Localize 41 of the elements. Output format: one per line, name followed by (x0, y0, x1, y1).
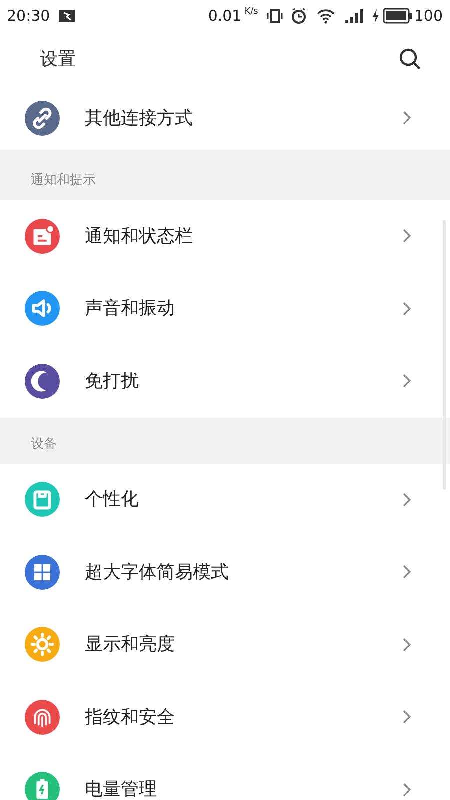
wifi-icon (316, 8, 336, 24)
item-label: 通知和状态栏 (85, 224, 194, 249)
charging-icon (372, 9, 380, 23)
chevron-right-icon (402, 492, 412, 508)
picture-notification-icon (58, 8, 76, 24)
item-label: 指纹和安全 (85, 706, 176, 730)
settings-item[interactable]: 电量管理 (0, 754, 450, 800)
battery-icon (383, 8, 414, 24)
status-time: 20:30 (7, 6, 50, 27)
settings-item[interactable]: 通知和状态栏 (0, 200, 450, 272)
chevron-right-icon (402, 300, 412, 317)
alarm-icon (290, 7, 308, 25)
chevron-right-icon (402, 110, 412, 126)
item-label: 声音和振动 (85, 297, 176, 322)
section-title: 通知和提示 (31, 172, 96, 190)
item-label: 其他连接方式 (85, 106, 194, 130)
chevron-right-icon (402, 709, 412, 726)
section-title: 设备 (31, 436, 57, 454)
battery-level: 100 (414, 6, 443, 27)
chevron-right-icon (402, 373, 412, 390)
network-speed: 0.01 (208, 6, 242, 27)
chevron-right-icon (402, 782, 412, 798)
chevron-right-icon (402, 228, 412, 244)
item-label: 超大字体简易模式 (85, 560, 230, 585)
item-label: 电量管理 (85, 778, 158, 800)
settings-item[interactable]: 超大字体简易模式 (0, 536, 450, 608)
settings-item[interactable]: 免打扰 (0, 345, 450, 418)
settings-item[interactable]: 声音和振动 (0, 272, 450, 345)
page-title: 设置 (40, 48, 77, 72)
search-button[interactable] (397, 46, 423, 72)
chevron-right-icon (402, 636, 412, 653)
settings-item[interactable]: 显示和亮度 (0, 608, 450, 681)
item-label: 显示和亮度 (85, 633, 176, 658)
settings-item[interactable]: 其他连接方式 (0, 86, 450, 150)
speed-unit: K/s (244, 6, 258, 19)
chevron-right-icon (402, 564, 412, 580)
item-label: 免打扰 (85, 370, 140, 394)
settings-item[interactable]: 个性化 (0, 464, 450, 536)
item-label: 个性化 (85, 488, 140, 512)
settings-item[interactable]: 指纹和安全 (0, 681, 450, 754)
vibrate-icon (266, 8, 284, 24)
